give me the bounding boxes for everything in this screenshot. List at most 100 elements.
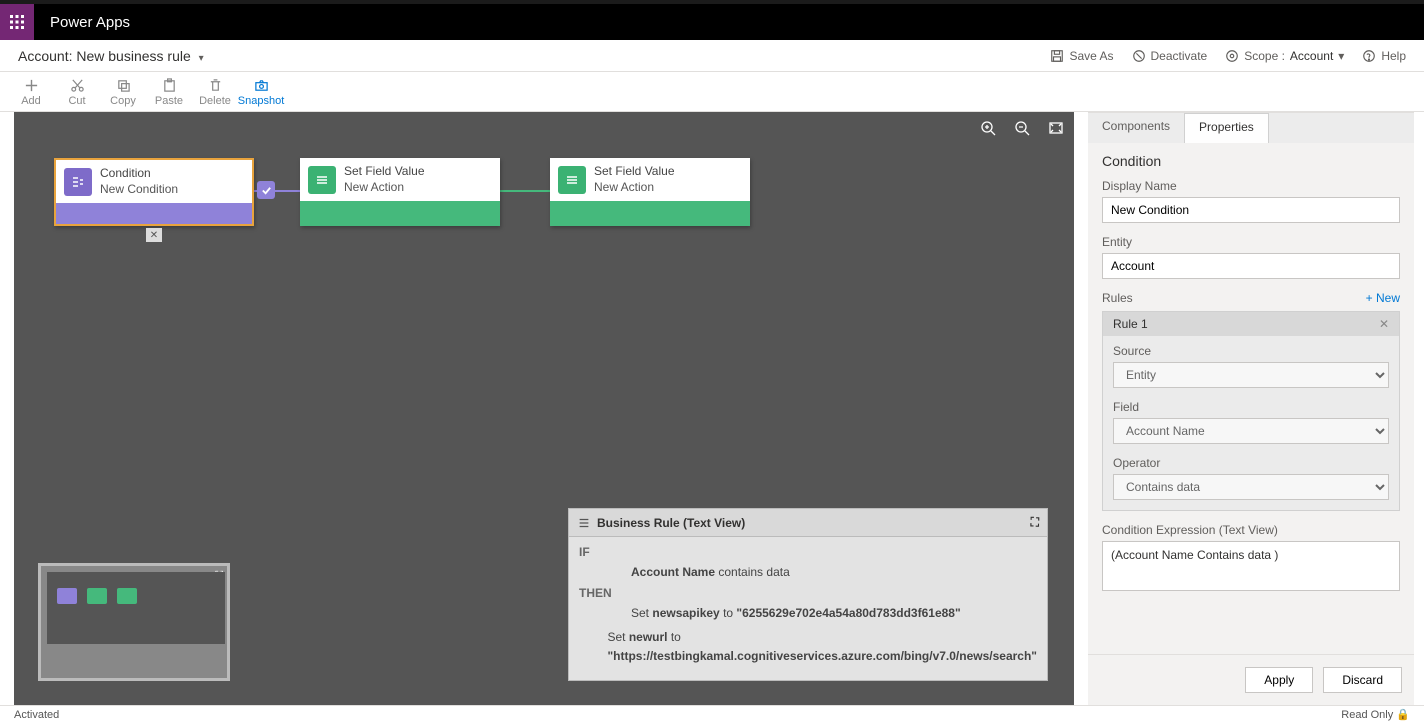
apply-button[interactable]: Apply [1245, 667, 1313, 693]
rules-label: Rules [1102, 291, 1133, 305]
save-as-label: Save As [1069, 49, 1113, 63]
paste-button[interactable]: Paste [146, 78, 192, 107]
operator-label: Operator [1113, 456, 1389, 470]
action-node-1[interactable]: Set Field Value New Action [300, 158, 500, 226]
cond-tail: contains data [715, 565, 790, 579]
help-icon [1362, 49, 1376, 63]
rule-title: Rule 1 [1113, 317, 1148, 331]
source-label: Source [1113, 344, 1389, 358]
save-icon [1050, 49, 1064, 63]
breadcrumb-rule: New business rule [76, 48, 190, 64]
field-select[interactable]: Account Name [1113, 418, 1389, 444]
chevron-down-icon: ▾ [1338, 49, 1344, 63]
canvas-controls [980, 120, 1064, 136]
camera-icon [254, 78, 269, 93]
help-button[interactable]: Help [1362, 49, 1406, 63]
deactivate-button[interactable]: Deactivate [1132, 49, 1208, 63]
scope-value: Account [1290, 49, 1333, 63]
deactivate-label: Deactivate [1151, 49, 1208, 63]
node-body: Set Field Value New Action [550, 158, 750, 201]
field-label: Field [1113, 400, 1389, 414]
canvas-wrap: Condition New Condition ✕ Set Field Valu… [14, 112, 1074, 705]
paste-label: Paste [155, 95, 183, 107]
cut-label: Cut [68, 95, 85, 107]
breadcrumb[interactable]: Account: New business rule ▾ [18, 48, 204, 64]
text-view-header: Business Rule (Text View) ⛶ [569, 509, 1047, 537]
fit-screen-icon[interactable] [1048, 120, 1064, 136]
discard-button[interactable]: Discard [1323, 667, 1402, 693]
then-line-2: Set newurl to "https://testbingkamal.cog… [607, 628, 1037, 666]
display-name-label: Display Name [1102, 179, 1400, 193]
source-select[interactable]: Entity [1113, 362, 1389, 388]
action-node-2[interactable]: Set Field Value New Action [550, 158, 750, 226]
tab-components[interactable]: Components [1088, 113, 1184, 143]
delete-button[interactable]: Delete [192, 78, 238, 107]
chevron-down-icon: ▾ [199, 53, 204, 64]
scope-dropdown[interactable]: Scope : Account ▾ [1225, 49, 1344, 63]
display-name-input[interactable] [1102, 197, 1400, 223]
top-actions: Save As Deactivate Scope : Account ▾ Hel… [1050, 49, 1406, 63]
plus-icon [24, 78, 39, 93]
app-launcher-button[interactable] [0, 4, 34, 40]
brand-label: Power Apps [34, 14, 146, 31]
toolbar: Add Cut Copy Paste Delete Snapshot [0, 72, 1424, 112]
node-subtitle: New Action [594, 180, 675, 196]
designer-canvas[interactable]: Condition New Condition ✕ Set Field Valu… [14, 112, 1074, 705]
add-button[interactable]: Add [8, 78, 54, 107]
false-branch-handle[interactable]: ✕ [146, 228, 162, 242]
tab-properties[interactable]: Properties [1184, 113, 1269, 143]
condition-node[interactable]: Condition New Condition [54, 158, 254, 226]
node-footer [56, 203, 252, 224]
text-view-title: Business Rule (Text View) [597, 516, 745, 530]
copy-icon [116, 78, 131, 93]
node-subtitle: New Action [344, 180, 425, 196]
new-rule-link[interactable]: + New [1366, 291, 1400, 305]
node-text: Set Field Value New Action [594, 164, 675, 195]
scissors-icon [70, 78, 85, 93]
node-text: Condition New Condition [100, 166, 178, 197]
mini-action-1 [87, 588, 107, 604]
true-branch-badge [257, 181, 275, 199]
operator-select[interactable]: Contains data [1113, 474, 1389, 500]
cond-field: Account Name [631, 565, 715, 579]
panel-tabs: Components Properties [1088, 113, 1414, 143]
scope-label: Scope : [1244, 49, 1285, 63]
delete-label: Delete [199, 95, 231, 107]
section-title: Condition [1102, 153, 1400, 169]
close-icon[interactable]: ✕ [1379, 317, 1389, 331]
save-as-button[interactable]: Save As [1050, 49, 1113, 63]
node-title: Set Field Value [344, 164, 425, 180]
panel-body: Condition Display Name Entity Rules + Ne… [1088, 143, 1414, 654]
then-label: THEN [579, 586, 631, 600]
zoom-out-icon[interactable] [1014, 120, 1030, 136]
help-label: Help [1381, 49, 1406, 63]
snapshot-label: Snapshot [238, 95, 284, 107]
waffle-icon [9, 14, 25, 30]
expand-icon[interactable]: ⛶ [1031, 515, 1039, 530]
cut-button[interactable]: Cut [54, 78, 100, 107]
node-title: Condition [100, 166, 178, 182]
expr-text: (Account Name Contains data ) [1102, 541, 1400, 591]
node-subtitle: New Condition [100, 182, 178, 198]
expr-label: Condition Expression (Text View) [1102, 523, 1400, 537]
node-footer [550, 201, 750, 226]
then-line-1: Set newsapikey to "6255629e702e4a54a80d7… [631, 604, 1037, 623]
if-content: Account Name contains data [631, 563, 1037, 582]
snapshot-button[interactable]: Snapshot [238, 78, 284, 107]
entity-input[interactable] [1102, 253, 1400, 279]
node-title: Set Field Value [594, 164, 675, 180]
rule-title-bar: Rule 1 ✕ [1103, 312, 1399, 336]
minimap[interactable]: ⛶ [38, 563, 230, 681]
zoom-in-icon[interactable] [980, 120, 996, 136]
deactivate-icon [1132, 49, 1146, 63]
entity-label: Entity [1102, 235, 1400, 249]
breadcrumb-entity: Account: [18, 48, 72, 64]
paste-icon [162, 78, 177, 93]
copy-label: Copy [110, 95, 136, 107]
copy-button[interactable]: Copy [100, 78, 146, 107]
mini-condition [57, 588, 77, 604]
rule-box: Rule 1 ✕ Source Entity Field Account Nam… [1102, 311, 1400, 511]
status-left: Activated [14, 709, 59, 721]
node-body: Condition New Condition [56, 160, 252, 203]
text-view-panel: Business Rule (Text View) ⛶ IF Account N… [568, 508, 1048, 681]
